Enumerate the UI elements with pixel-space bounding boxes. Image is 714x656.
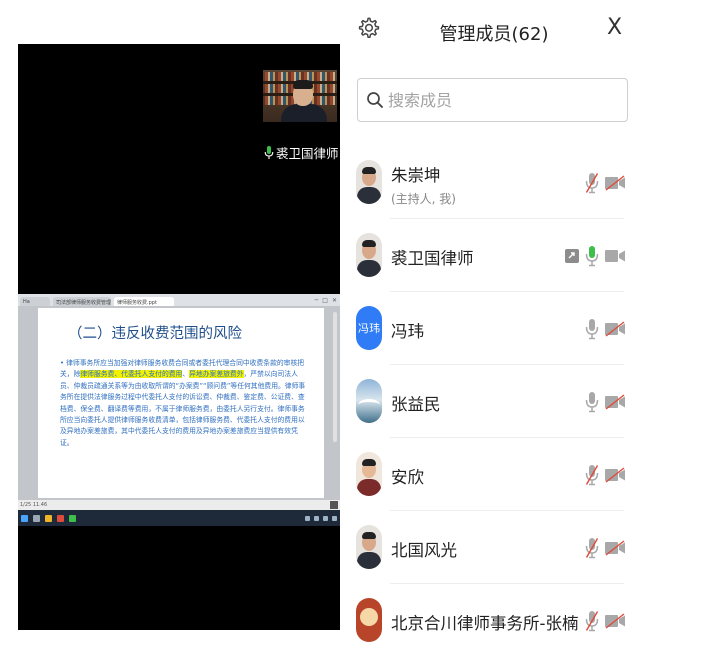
browser-tab-active[interactable]: 律师服务收费.ppt (114, 297, 174, 306)
avatar (356, 160, 382, 204)
system-tray[interactable] (305, 515, 340, 521)
slide: （二）违反收费范围的风险 • 律师事务所应当加强对律师服务收费合同或者委托代理合… (38, 308, 324, 498)
search-icon[interactable] (33, 514, 40, 522)
member-name: 朱崇坤 (391, 166, 441, 185)
search-icon (367, 92, 383, 108)
mic-muted-icon[interactable] (585, 464, 599, 486)
browser-tab[interactable]: Ha (20, 297, 50, 306)
mic-active-icon (264, 145, 274, 159)
app-icon[interactable] (57, 514, 64, 522)
mic-icon[interactable] (585, 391, 599, 413)
member-row[interactable]: 裘卫国律师 (344, 219, 644, 292)
member-row[interactable]: 张益民 (344, 365, 644, 438)
viewer-status-bar: 1/25 11.46 (18, 500, 340, 510)
member-name: 安欣 (391, 468, 424, 487)
member-name: 张益民 (391, 395, 441, 414)
mic-muted-icon[interactable] (585, 172, 599, 194)
panel-header: 管理成员(62) X (344, 0, 644, 60)
speaker-tag: 裘卫国律师 (264, 143, 339, 162)
browser-tab-bar: Ha 司法部律师服务收费管理办法.ppt 律师服务收费.ppt ─□✕ (18, 294, 340, 306)
mic-active-icon[interactable] (585, 245, 599, 267)
document-viewer: （二）违反收费范围的风险 • 律师事务所应当加强对律师服务收费合同或者委托代理合… (18, 306, 340, 500)
mic-muted-icon[interactable] (585, 537, 599, 559)
camera-off-icon[interactable] (604, 394, 626, 410)
search-input[interactable] (388, 90, 608, 110)
member-name: 北京合川律师事务所-张楠 (391, 614, 579, 633)
mic-muted-icon[interactable] (585, 610, 599, 632)
member-row[interactable]: 朱崇坤 (主持人, 我) (344, 146, 644, 219)
avatar (356, 598, 382, 642)
camera-off-icon[interactable] (604, 175, 626, 191)
slide-body: • 律师事务所应当加强对律师服务收费合同或者委托代理合同中收费条款的审核把关，除… (60, 359, 306, 447)
video-area[interactable]: 裘卫国律师 Ha 司法部律师服务收费管理办法.ppt 律师服务收费.ppt ─□… (18, 44, 340, 630)
window-controls[interactable]: ─ □ ✕ (315, 297, 340, 306)
browser-tab[interactable]: 司法部律师服务收费管理办法.ppt (53, 297, 111, 306)
screen-share-icon[interactable] (564, 248, 580, 264)
avatar (356, 379, 382, 423)
avatar (356, 525, 382, 569)
member-row[interactable]: 北国风光 (344, 511, 644, 584)
close-button[interactable]: X (607, 15, 622, 40)
speaker-name: 裘卫国律师 (276, 146, 339, 161)
member-panel: 管理成员(62) X 朱崇坤 (主持人, 我) (344, 0, 644, 656)
member-row[interactable]: 冯玮 冯玮 (344, 292, 644, 365)
avatar: 冯玮 (356, 306, 382, 350)
camera-off-icon[interactable] (604, 467, 626, 483)
avatar (356, 233, 382, 277)
slide-title: （二）违反收费范围的风险 (68, 326, 242, 342)
member-role: (主持人, 我) (391, 192, 456, 206)
meeting-screen: 裘卫国律师 Ha 司法部律师服务收费管理办法.ppt 律师服务收费.ppt ─□… (0, 0, 714, 656)
shared-screen[interactable]: Ha 司法部律师服务收费管理办法.ppt 律师服务收费.ppt ─□✕ （二）违… (18, 294, 340, 526)
folder-icon[interactable] (45, 514, 52, 522)
viewer-scrollbar[interactable] (333, 312, 337, 442)
camera-on-icon[interactable] (604, 248, 626, 264)
member-list: 朱崇坤 (主持人, 我) 裘卫国律师 冯玮 冯玮 张益民 安欣 北国风光 北京合… (344, 146, 644, 656)
mic-icon[interactable] (585, 318, 599, 340)
member-row[interactable]: 安欣 (344, 438, 644, 511)
member-name: 北国风光 (391, 541, 457, 560)
member-name: 冯玮 (391, 322, 424, 341)
speaker-video-thumbnail[interactable] (263, 70, 337, 122)
member-name: 裘卫国律师 (391, 249, 474, 268)
camera-off-icon[interactable] (604, 540, 626, 556)
app-icon[interactable] (69, 514, 76, 522)
start-icon[interactable] (21, 514, 28, 522)
viewer-button-icon[interactable] (330, 501, 338, 509)
os-taskbar (18, 510, 340, 526)
avatar (356, 452, 382, 496)
search-box[interactable] (357, 78, 628, 122)
member-row[interactable]: 北京合川律师事务所-张楠 (344, 584, 644, 656)
camera-off-icon[interactable] (604, 321, 626, 337)
panel-title: 管理成员(62) (439, 24, 549, 45)
camera-off-icon[interactable] (604, 613, 626, 629)
